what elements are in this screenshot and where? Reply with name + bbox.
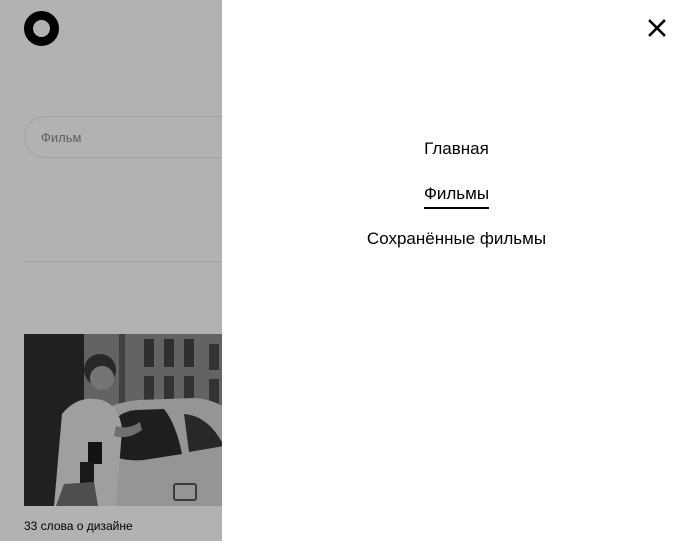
nav-menu: Главная Фильмы Сохранённые фильмы [222,138,683,254]
close-icon[interactable] [645,16,669,40]
navigation-drawer [222,0,683,541]
nav-link-home[interactable]: Главная [424,138,489,164]
nav-link-saved-movies[interactable]: Сохранённые фильмы [367,228,546,254]
nav-link-movies[interactable]: Фильмы [423,183,490,209]
